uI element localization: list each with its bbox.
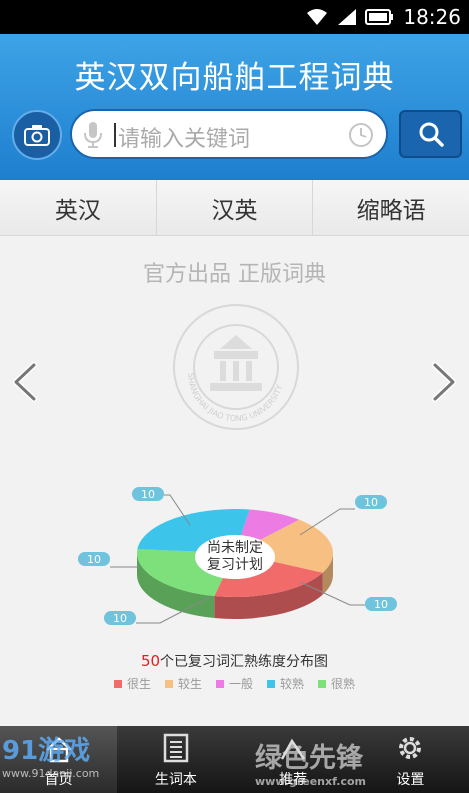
- pie-center-label: 复习计划: [207, 556, 263, 573]
- gear-icon: [399, 737, 422, 759]
- legend-item: 较熟: [267, 675, 304, 692]
- legend-label: 很生: [126, 677, 151, 691]
- nav-wordbook[interactable]: 生词本: [117, 726, 234, 793]
- search-box[interactable]: 请输入关键词: [70, 109, 388, 159]
- status-bar: 18:26: [0, 0, 469, 34]
- legend-swatch: [267, 679, 275, 688]
- chart-legend: 很生 较生 一般 较熟 很熟: [0, 675, 469, 692]
- familiarity-pie-chart: 尚未制定 复习计划 10 10 10 10 10: [70, 485, 400, 645]
- callout-value: 10: [141, 488, 155, 501]
- legend-item: 很熟: [318, 675, 355, 692]
- banner-slogan: 官方出品 正版词典: [143, 262, 326, 287]
- tab-en-zh[interactable]: 英汉: [0, 180, 156, 235]
- legend-item: 一般: [215, 675, 253, 692]
- legend-swatch: [164, 679, 173, 688]
- legend-item: 较生: [164, 675, 202, 692]
- nav-wordbook-label: 生词本: [154, 772, 197, 788]
- legend-label: 一般: [228, 677, 253, 691]
- legend-swatch: [113, 679, 122, 688]
- history-clock-icon[interactable]: [348, 122, 374, 148]
- pie-center-label: 尚未制定: [207, 540, 263, 556]
- watermark-91-logo: 91游戏 www.91danji.com: [2, 736, 100, 780]
- search-button[interactable]: [399, 110, 462, 158]
- legend-label: 较生: [177, 677, 202, 691]
- callout-value: 10: [374, 598, 388, 611]
- nav-settings[interactable]: 设置: [352, 726, 469, 793]
- legend-swatch: [318, 679, 327, 688]
- banner-prev-arrow-icon[interactable]: [10, 362, 40, 402]
- callout-value: 10: [87, 553, 101, 566]
- wifi-icon: [307, 9, 328, 25]
- dictionary-tabs: 英汉 汉英 缩略语: [0, 180, 469, 236]
- chart-title-count: 50: [140, 652, 161, 670]
- nav-settings-label: 设置: [396, 772, 425, 788]
- app-header: 英汉双向船舶工程词典 请输入关键词: [0, 34, 469, 180]
- clock-time: 18:26: [403, 5, 461, 29]
- university-seal-logo: SHANGHAI JIAO TONG UNIVERSITY: [173, 304, 299, 430]
- camera-icon: [24, 125, 50, 146]
- search-input[interactable]: 请输入关键词: [118, 121, 250, 153]
- text-cursor: [114, 123, 116, 147]
- chart-title-text: 个已复习词汇熟练度分布图: [160, 654, 329, 670]
- tab-zh-en[interactable]: 汉英: [155, 180, 313, 235]
- legend-swatch: [215, 679, 224, 688]
- callout-value: 10: [364, 496, 378, 509]
- banner-next-arrow-icon[interactable]: [429, 362, 459, 402]
- legend-item: 很生: [113, 675, 151, 692]
- search-icon: [419, 122, 444, 147]
- signal-icon: [338, 9, 357, 25]
- watermark-greenxf-logo: 绿色先锋 www.greenxf.com: [255, 743, 367, 788]
- legend-label: 较熟: [280, 677, 305, 691]
- battery-icon: [365, 9, 394, 25]
- tab-abbreviations[interactable]: 缩略语: [312, 180, 469, 235]
- notebook-icon: [163, 733, 189, 763]
- legend-label: 很熟: [331, 677, 356, 691]
- callout-value: 10: [113, 612, 127, 625]
- chart-title: 50个已复习词汇熟练度分布图: [0, 651, 469, 671]
- camera-button[interactable]: [12, 110, 62, 160]
- app-title: 英汉双向船舶工程词典: [74, 60, 395, 96]
- microphone-icon[interactable]: [82, 121, 104, 149]
